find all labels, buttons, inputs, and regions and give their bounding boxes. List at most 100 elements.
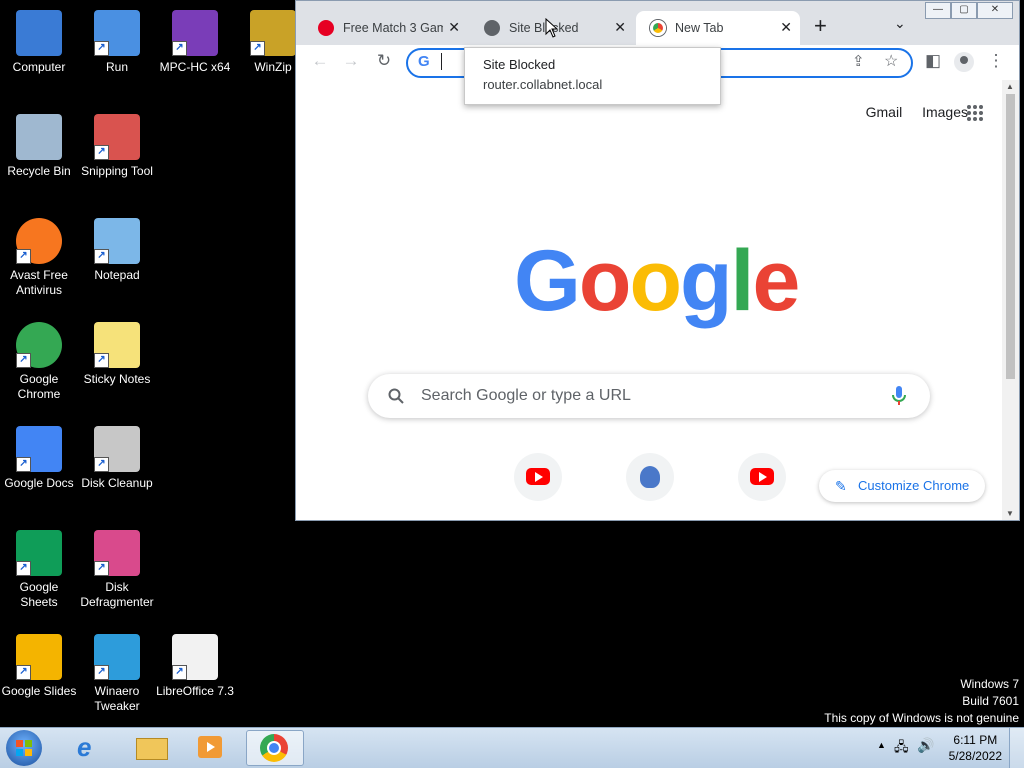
profile-avatar-icon[interactable]: [954, 52, 974, 72]
google-logo: Google: [514, 233, 800, 329]
globe-icon: [484, 20, 500, 36]
desktop-icon-mpc-hc[interactable]: ↗ MPC-HC x64: [156, 10, 234, 75]
scroll-up-icon[interactable]: ▲: [1006, 82, 1014, 91]
taskbar: e ▲ 🖧 🔊 6:11 PM 5/28/2022: [0, 727, 1024, 768]
shortcut-youtube-1[interactable]: [514, 453, 562, 501]
side-panel-icon[interactable]: ◧: [921, 51, 945, 71]
shortcut-arrow-icon: ↗: [94, 41, 109, 56]
shortcut-arrow-icon: ↗: [94, 561, 109, 576]
tab-new-tab[interactable]: New Tab ✕: [636, 11, 800, 45]
desktop-icon-google-sheets[interactable]: ↗ Google Sheets: [0, 530, 78, 610]
menu-kebab-icon[interactable]: ⋮: [984, 51, 1008, 71]
new-tab-button[interactable]: +: [814, 15, 827, 37]
desktop-icon-label: Recycle Bin: [7, 164, 71, 178]
desktop-icon-chrome[interactable]: ↗ Google Chrome: [0, 322, 78, 402]
close-icon[interactable]: ✕: [448, 19, 460, 36]
customize-label: Customize Chrome: [858, 478, 970, 493]
tab-search-chevron-icon[interactable]: ⌄: [894, 15, 906, 32]
top-links: Gmail Images: [850, 104, 968, 120]
search-placeholder: Search Google or type a URL: [421, 387, 631, 404]
desktop-icon-avast[interactable]: ↗ Avast Free Antivirus: [0, 218, 78, 298]
shortcut-arrow-icon: ↗: [172, 665, 187, 680]
avast-icon: ↗: [16, 218, 62, 264]
desktop-icon-libreoffice[interactable]: ↗ LibreOffice 7.3: [156, 634, 234, 699]
shortcut-bird-site[interactable]: [626, 453, 674, 501]
tab-free-match-3-games[interactable]: Free Match 3 Games ✕: [304, 11, 468, 45]
images-link[interactable]: Images: [922, 104, 968, 120]
desktop-icon-winaero-tweaker[interactable]: ↗ Winaero Tweaker: [78, 634, 156, 714]
close-icon[interactable]: ✕: [614, 19, 626, 36]
desktop-icon-google-docs[interactable]: ↗ Google Docs: [0, 426, 78, 491]
scroll-down-icon[interactable]: ▼: [1006, 509, 1014, 518]
customize-chrome-button[interactable]: ✎ Customize Chrome: [819, 470, 985, 502]
chrome-icon: ↗: [16, 322, 62, 368]
taskbar-media-player[interactable]: [182, 730, 238, 764]
desktop-icon-label: Google Chrome: [17, 372, 61, 401]
window-close-button[interactable]: ✕: [977, 2, 1013, 19]
disk-cleanup-icon: ↗: [94, 426, 140, 472]
run-icon: ↗: [94, 10, 140, 56]
desktop-icon-snipping-tool[interactable]: ↗ Snipping Tool: [78, 114, 156, 179]
google-sheets-icon: ↗: [16, 530, 62, 576]
mpc-hc-icon: ↗: [172, 10, 218, 56]
desktop-icon-label: Google Docs: [4, 476, 74, 490]
shortcut-arrow-icon: ↗: [16, 665, 31, 680]
winzip-icon: ↗: [250, 10, 296, 56]
desktop-icon-disk-defragmenter[interactable]: ↗ Disk Defragmenter: [78, 530, 156, 610]
taskbar-internet-explorer[interactable]: e: [62, 730, 118, 764]
tooltip-title: Site Blocked: [483, 57, 556, 72]
new-tab-page: Gmail Images Google Search Google or typ…: [296, 80, 1002, 520]
winaero-tweaker-icon: ↗: [94, 634, 140, 680]
back-arrow-icon[interactable]: ←: [308, 51, 332, 71]
tooltip-url: router.collabnet.local: [483, 77, 603, 92]
clock[interactable]: 6:11 PM 5/28/2022: [949, 732, 1002, 764]
volume-icon[interactable]: 🔊: [917, 737, 934, 754]
clock-time: 6:11 PM: [953, 733, 998, 747]
scroll-thumb[interactable]: [1006, 94, 1015, 379]
taskbar-chrome[interactable]: [246, 730, 304, 766]
desktop-icon-disk-cleanup[interactable]: ↗ Disk Cleanup: [78, 426, 156, 491]
gmail-link[interactable]: Gmail: [866, 104, 903, 120]
shortcut-arrow-icon: ↗: [94, 249, 109, 264]
shortcut-arrow-icon: ↗: [16, 353, 31, 368]
microphone-icon[interactable]: [892, 386, 906, 406]
desktop-icon-google-slides[interactable]: ↗ Google Slides: [0, 634, 78, 699]
desktop-icon-notepad[interactable]: ↗ Notepad: [78, 218, 156, 283]
notepad-icon: ↗: [94, 218, 140, 264]
show-desktop-button[interactable]: [1009, 728, 1024, 768]
desktop-icon-label: Run: [105, 60, 128, 74]
youtube-icon: [750, 468, 774, 485]
start-button[interactable]: [4, 730, 44, 766]
youtube-icon: [526, 468, 550, 485]
show-hidden-icons-icon[interactable]: ▲: [877, 740, 886, 750]
reload-icon[interactable]: ↻: [372, 51, 396, 71]
google-apps-icon[interactable]: [966, 104, 984, 122]
minimize-button[interactable]: —: [925, 2, 951, 19]
forward-arrow-icon[interactable]: →: [339, 51, 363, 71]
shortcut-youtube-2[interactable]: [738, 453, 786, 501]
taskbar-file-explorer[interactable]: [122, 730, 178, 764]
desktop-icon-run[interactable]: ↗ Run: [78, 10, 156, 75]
desktop-icon-recycle-bin[interactable]: Recycle Bin: [0, 114, 78, 179]
desktop-icon-label: Google Slides: [1, 684, 77, 698]
desktop-icon-label: MPC-HC x64: [159, 60, 231, 74]
watermark-os: Windows 7: [960, 677, 1019, 691]
star-icon[interactable]: ☆: [884, 51, 898, 71]
share-icon[interactable]: ⇪: [852, 52, 865, 70]
scrollbar[interactable]: ▲ ▼: [1002, 80, 1019, 520]
google-docs-icon: ↗: [16, 426, 62, 472]
maximize-button[interactable]: ▢: [951, 2, 977, 19]
desktop-icon-computer[interactable]: Computer: [0, 10, 78, 75]
shortcut-arrow-icon: ↗: [94, 353, 109, 368]
close-icon[interactable]: ✕: [780, 19, 792, 36]
mouse-cursor-icon: [545, 18, 559, 38]
tab-hover-tooltip: Site Blocked router.collabnet.local: [464, 47, 721, 105]
network-icon[interactable]: 🖧: [894, 738, 909, 760]
desktop-icon-sticky-notes[interactable]: ↗ Sticky Notes: [78, 322, 156, 387]
search-box[interactable]: Search Google or type a URL: [368, 374, 930, 418]
desktop-icon-label: Computer: [12, 60, 66, 74]
bird-icon: [640, 466, 660, 488]
tab-label: New Tab: [675, 21, 724, 35]
shortcut-arrow-icon: ↗: [94, 665, 109, 680]
media-player-icon: [198, 736, 222, 758]
